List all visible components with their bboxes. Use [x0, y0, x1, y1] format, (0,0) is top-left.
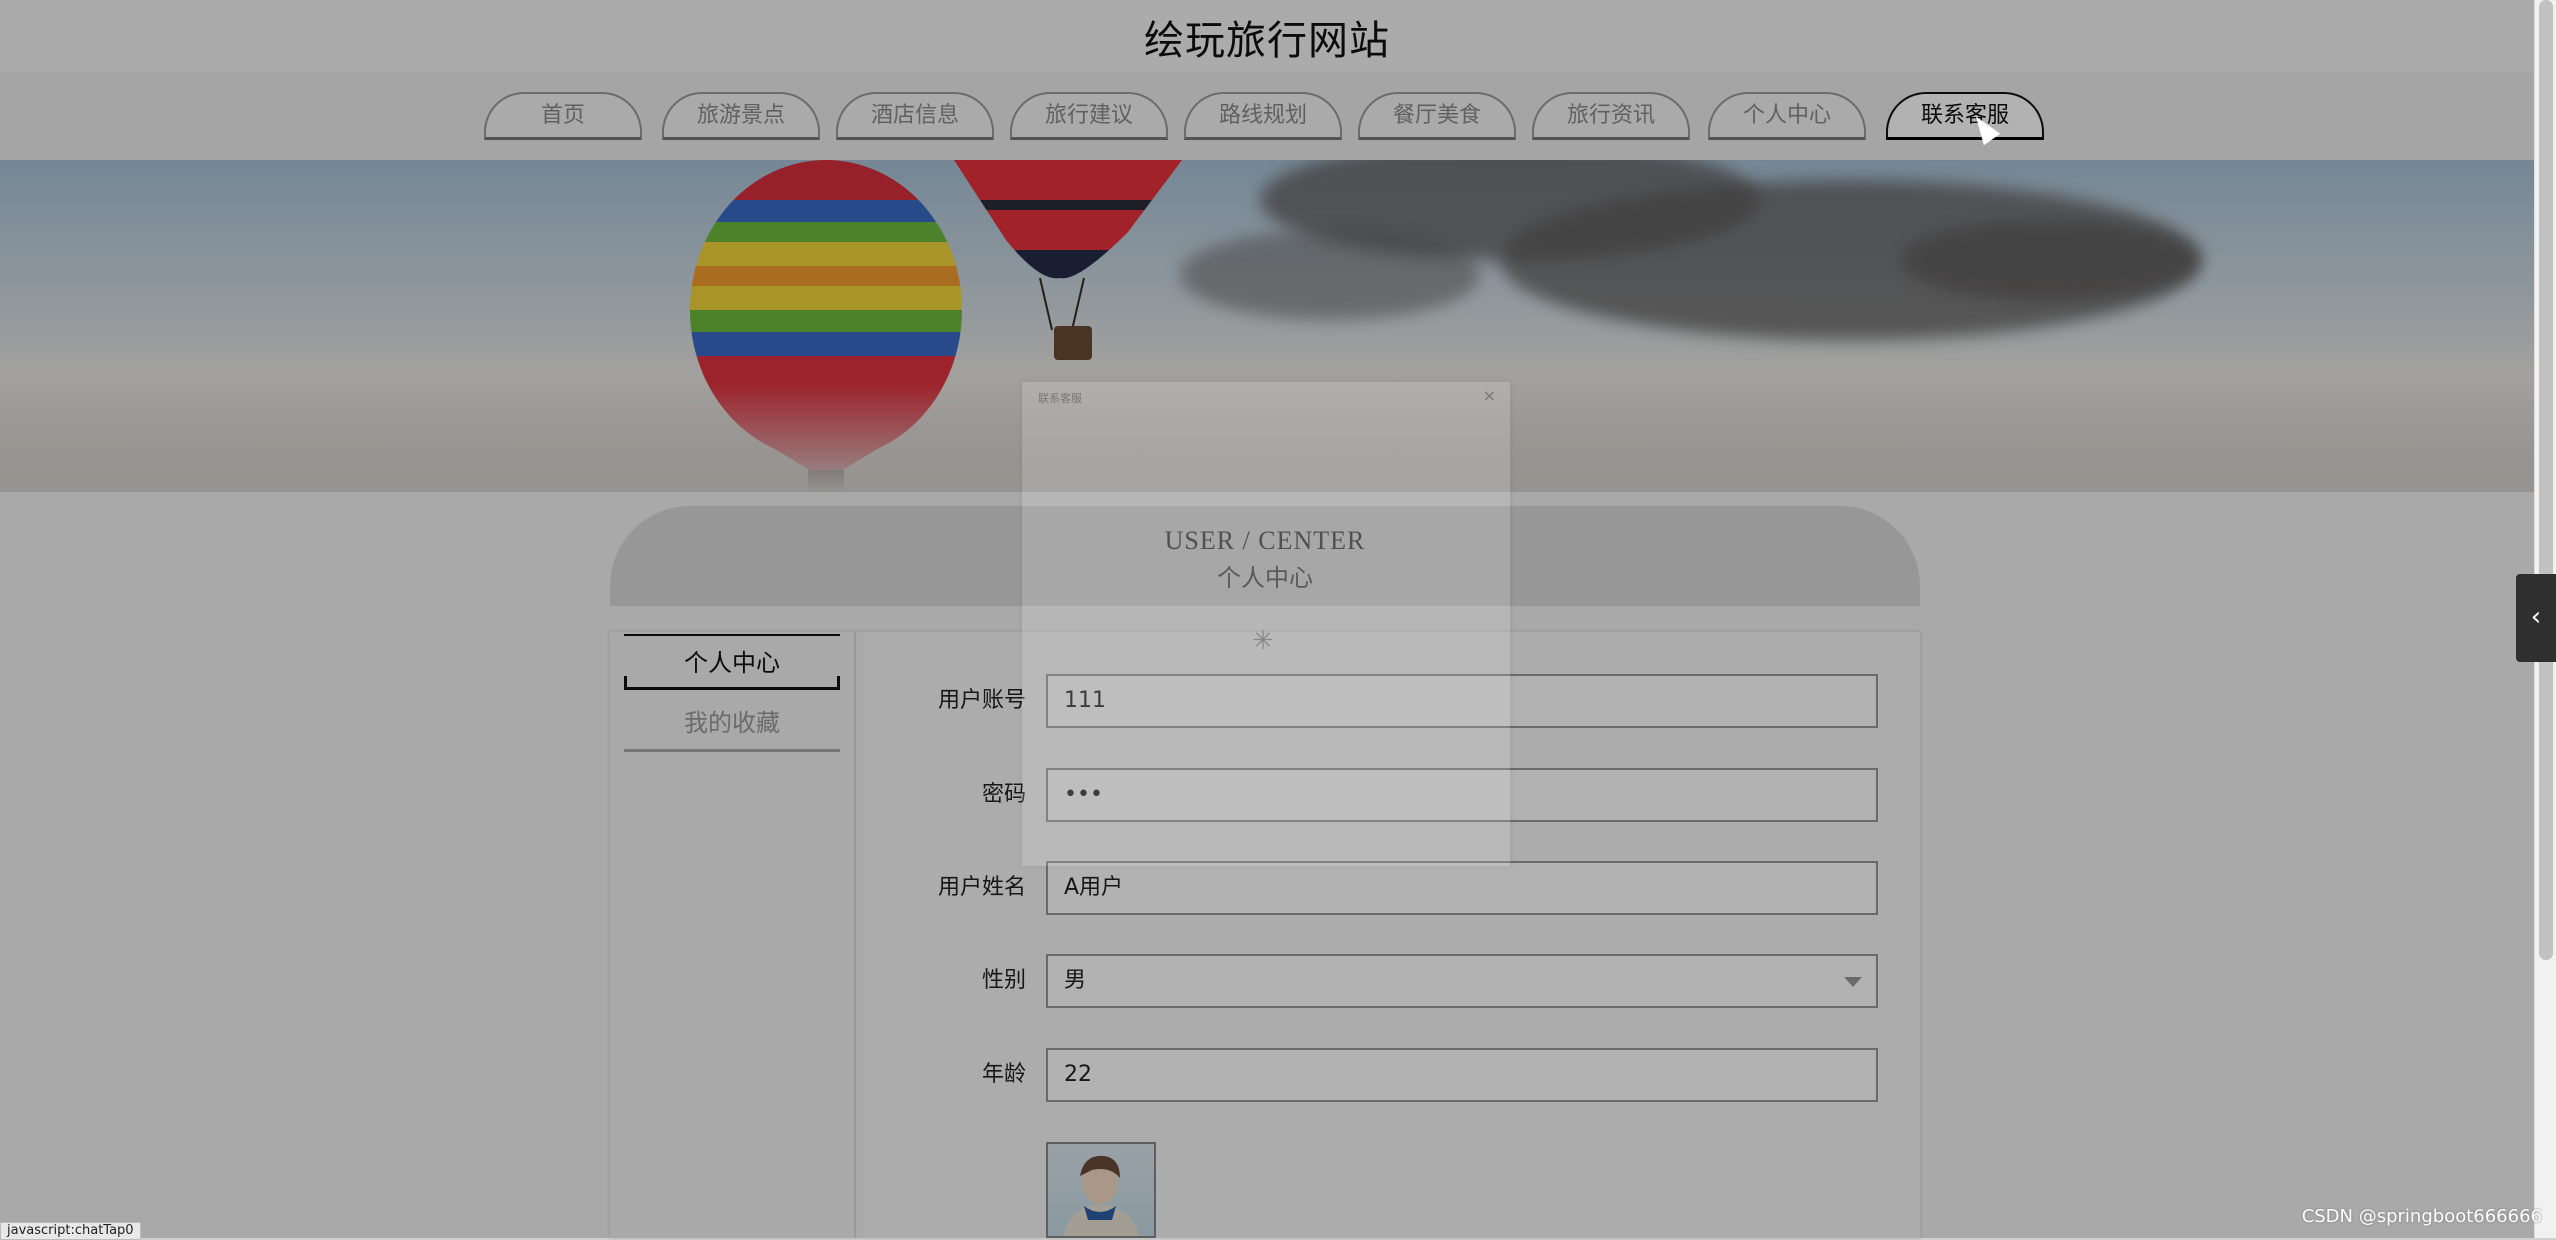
side-tab[interactable]: ‹ [2516, 574, 2556, 662]
spinner-icon: ✳ [1252, 626, 1274, 656]
chevron-left-icon: ‹ [2530, 602, 2542, 632]
scrollbar-thumb[interactable] [2539, 0, 2553, 960]
status-bar: javascript:chatTap0 [0, 1222, 141, 1240]
watermark: CSDN @springboot666666 [2301, 1206, 2542, 1227]
dialog-title: 联系客服 [1038, 392, 1082, 405]
customer-service-dialog: 联系客服 × ✳ [1022, 382, 1510, 866]
close-icon[interactable]: × [1483, 386, 1496, 405]
